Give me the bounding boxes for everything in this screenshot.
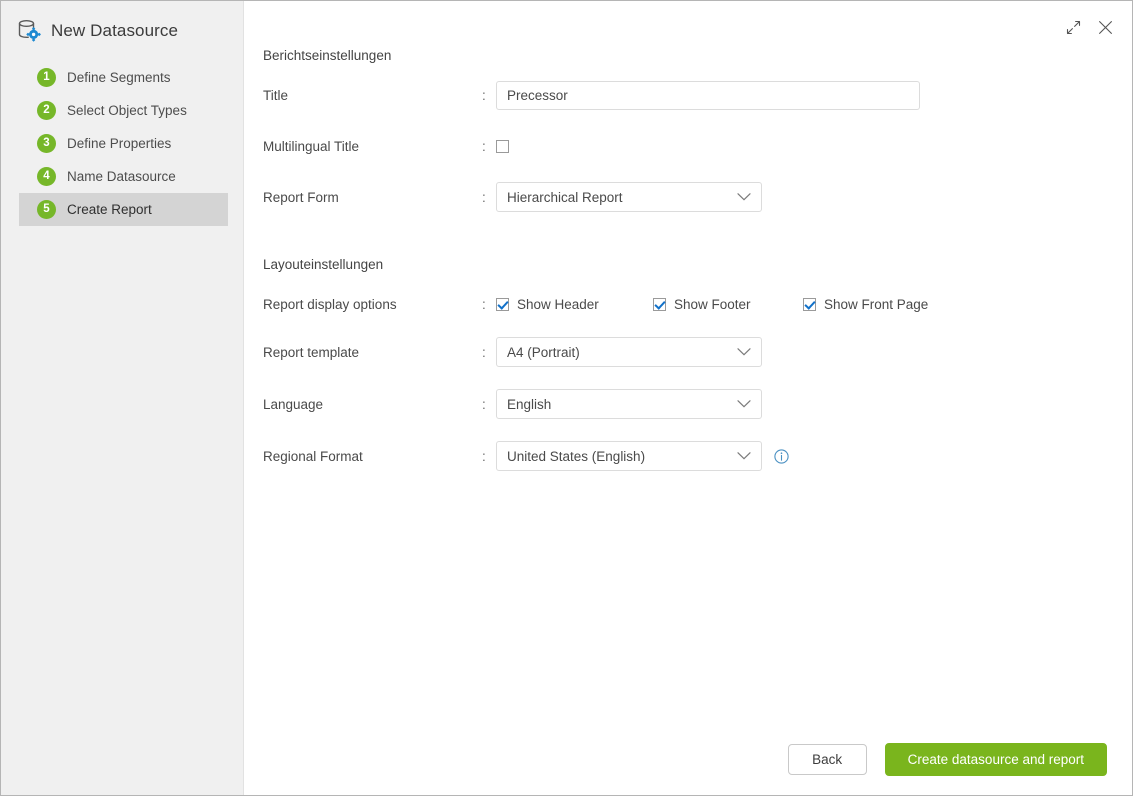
sidebar-item-name-datasource[interactable]: 4 Name Datasource xyxy=(19,160,228,193)
expand-icon[interactable] xyxy=(1062,16,1084,38)
info-icon[interactable] xyxy=(774,448,789,464)
field-row-report-template: Report template : A4 (Portrait) xyxy=(263,337,1132,367)
window-controls xyxy=(1062,16,1116,38)
title-input[interactable] xyxy=(496,81,920,110)
field-row-regional-format: Regional Format : United States (English… xyxy=(263,441,1132,471)
chevron-down-icon xyxy=(737,193,751,202)
sidebar-item-label: Define Properties xyxy=(67,136,172,151)
title-label: Title xyxy=(263,88,289,103)
sidebar-item-create-report[interactable]: 5 Create Report xyxy=(19,193,228,226)
checkbox-box xyxy=(803,297,816,311)
field-row-multilingual-title: Multilingual Title : xyxy=(263,132,1132,160)
sidebar-header: New Datasource xyxy=(1,1,243,47)
report-form-label: Report Form xyxy=(263,189,339,205)
new-datasource-dialog: New Datasource 1 Define Segments 2 Selec… xyxy=(0,0,1133,796)
language-value: English xyxy=(507,396,552,412)
report-settings-heading: Berichtseinstellungen xyxy=(263,48,392,63)
colon-separator: : xyxy=(482,88,486,103)
field-row-language: Language : English xyxy=(263,389,1132,419)
regional-format-value: United States (English) xyxy=(507,448,646,464)
colon-separator: : xyxy=(482,296,486,312)
wizard-step-list: 1 Define Segments 2 Select Object Types … xyxy=(1,61,243,226)
sidebar-item-define-segments[interactable]: 1 Define Segments xyxy=(19,61,228,94)
colon-separator: : xyxy=(482,344,486,360)
back-button[interactable]: Back xyxy=(787,744,867,775)
sidebar-item-label: Create Report xyxy=(67,202,152,217)
language-label: Language xyxy=(263,396,324,412)
checkbox-show-header[interactable]: Show Header xyxy=(496,297,653,312)
database-gear-icon xyxy=(15,17,43,45)
colon-separator: : xyxy=(482,138,486,154)
checkbox-box xyxy=(653,297,666,311)
step-number-badge: 2 xyxy=(37,101,56,120)
wizard-sidebar: New Datasource 1 Define Segments 2 Selec… xyxy=(1,1,244,795)
chevron-down-icon xyxy=(737,400,751,409)
report-form-select[interactable]: Hierarchical Report xyxy=(496,182,762,212)
report-template-label: Report template xyxy=(263,344,360,360)
dialog-footer: Back Create datasource and report xyxy=(787,743,1107,776)
field-row-display-options: Report display options : Show Header Sho… xyxy=(263,290,1132,318)
checkbox-show-front-page[interactable]: Show Front Page xyxy=(803,297,928,312)
checkbox-label: Show Front Page xyxy=(824,296,929,312)
display-options-label: Report display options xyxy=(263,296,397,312)
checkbox-label: Show Footer xyxy=(674,296,751,312)
chevron-down-icon xyxy=(737,348,751,357)
multilingual-title-label: Multilingual Title xyxy=(263,138,360,154)
sidebar-item-label: Define Segments xyxy=(67,70,171,85)
checkbox-box xyxy=(496,297,509,311)
step-number-badge: 5 xyxy=(37,200,56,219)
multilingual-title-checkbox[interactable] xyxy=(496,139,509,153)
report-template-value: A4 (Portrait) xyxy=(507,344,580,360)
checkbox-show-footer[interactable]: Show Footer xyxy=(653,297,803,312)
sidebar-item-define-properties[interactable]: 3 Define Properties xyxy=(19,127,228,160)
report-form: Berichtseinstellungen Title : Multilingu… xyxy=(263,48,1132,493)
dialog-content: Berichtseinstellungen Title : Multilingu… xyxy=(244,1,1132,795)
language-select[interactable]: English xyxy=(496,389,762,419)
close-icon[interactable] xyxy=(1094,16,1116,38)
step-number-badge: 3 xyxy=(37,134,56,153)
app-title: New Datasource xyxy=(51,21,179,40)
regional-format-select[interactable]: United States (English) xyxy=(496,441,762,471)
report-form-value: Hierarchical Report xyxy=(507,189,623,205)
regional-format-label: Regional Format xyxy=(263,448,363,464)
display-options-group: Show Header Show Footer Show Front Page xyxy=(496,297,928,312)
step-number-badge: 4 xyxy=(37,167,56,186)
checkbox-label: Show Header xyxy=(517,296,599,312)
colon-separator: : xyxy=(482,448,486,464)
sidebar-item-label: Select Object Types xyxy=(67,103,187,118)
field-row-title: Title : xyxy=(263,81,1132,110)
create-datasource-and-report-button[interactable]: Create datasource and report xyxy=(884,743,1107,776)
sidebar-item-label: Name Datasource xyxy=(67,169,176,184)
field-row-report-form: Report Form : Hierarchical Report xyxy=(263,182,1132,212)
sidebar-item-select-object-types[interactable]: 2 Select Object Types xyxy=(19,94,228,127)
chevron-down-icon xyxy=(737,452,751,461)
layout-settings-heading: Layouteinstellungen xyxy=(263,257,384,272)
colon-separator: : xyxy=(482,396,486,412)
colon-separator: : xyxy=(482,189,486,205)
report-template-select[interactable]: A4 (Portrait) xyxy=(496,337,762,367)
step-number-badge: 1 xyxy=(37,68,56,87)
